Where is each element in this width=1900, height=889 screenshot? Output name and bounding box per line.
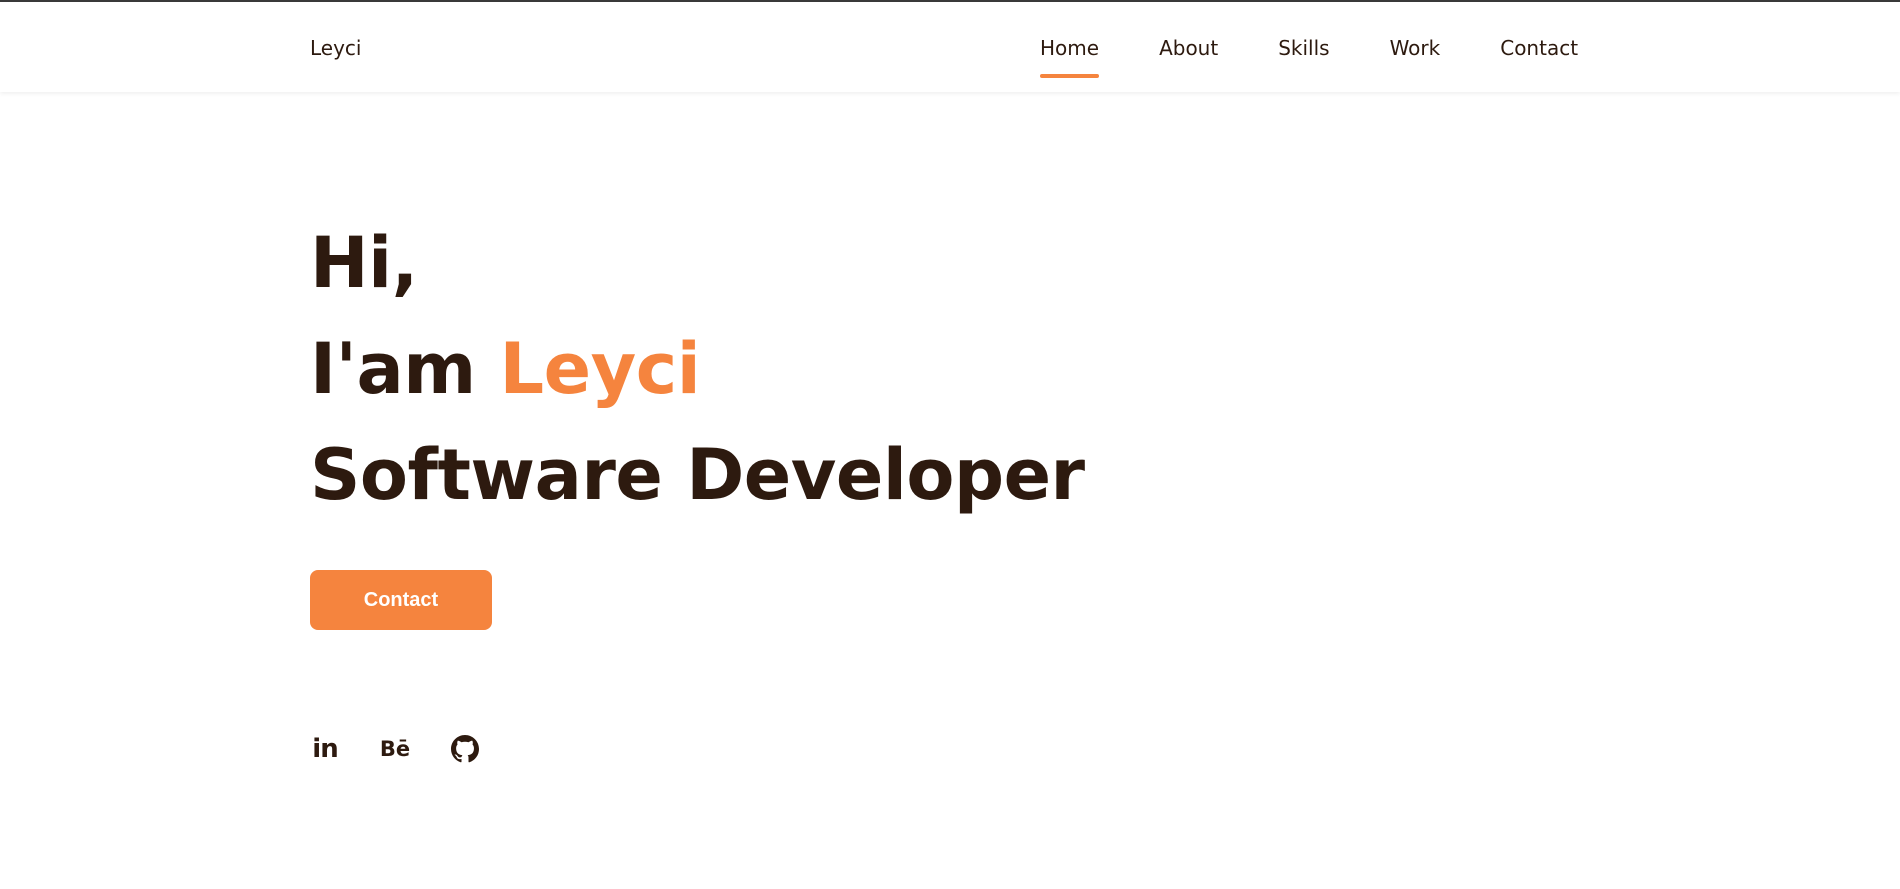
social-links: in Bē: [310, 734, 480, 764]
hero-section: Hi, I'am Leyci Software Developer: [310, 210, 1085, 528]
nav-item-home[interactable]: Home: [1040, 36, 1100, 78]
nav-item-skills[interactable]: Skills: [1278, 36, 1329, 60]
main-nav: Home About Skills Work Contact: [1040, 36, 1578, 78]
contact-button[interactable]: Contact: [310, 570, 492, 630]
behance-icon: Bē: [379, 736, 411, 761]
site-logo[interactable]: Leyci: [310, 36, 361, 60]
github-link[interactable]: [450, 734, 480, 764]
hero-intro-prefix: I'am: [310, 328, 476, 410]
behance-link[interactable]: Bē: [380, 734, 410, 764]
site-header: Leyci Home About Skills Work Contact: [0, 2, 1900, 92]
hero-name: Leyci: [499, 328, 701, 410]
hero-greeting: Hi,: [310, 222, 418, 304]
nav-item-contact[interactable]: Contact: [1500, 36, 1578, 60]
github-icon: [451, 735, 479, 763]
linkedin-link[interactable]: in: [310, 734, 340, 764]
linkedin-icon: in: [312, 734, 338, 764]
nav-item-about[interactable]: About: [1159, 36, 1218, 60]
nav-item-work[interactable]: Work: [1390, 36, 1441, 60]
hero-intro: I'am Leyci: [310, 316, 1085, 422]
hero-role: Software Developer: [310, 434, 1085, 516]
